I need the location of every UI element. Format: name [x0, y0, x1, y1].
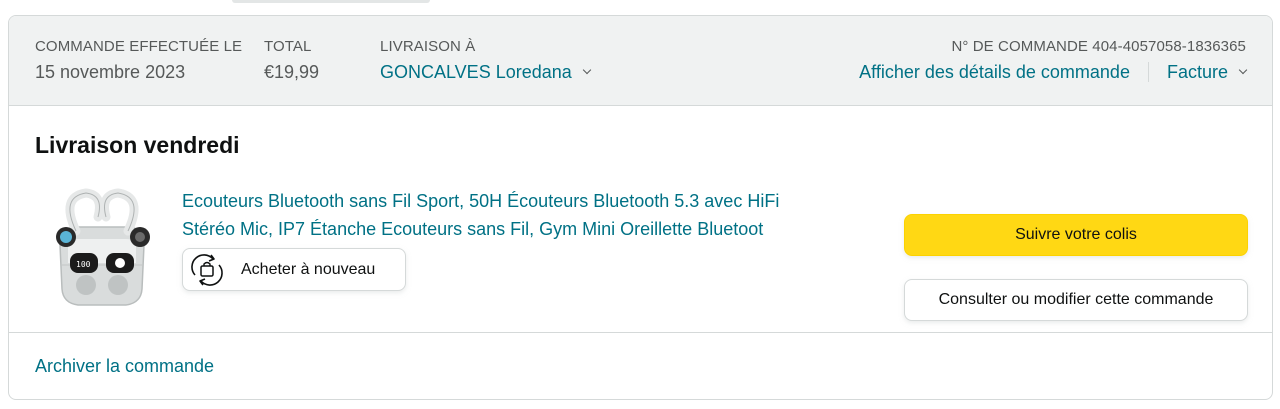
view-edit-order-button[interactable]: Consulter ou modifier cette commande — [904, 279, 1248, 321]
chevron-down-icon — [582, 65, 592, 74]
chevron-down-icon — [1238, 65, 1248, 74]
buy-again-label: Acheter à nouveau — [241, 260, 376, 278]
ship-to-label: LIVRAISON À — [380, 38, 476, 55]
ship-to-block: LIVRAISON À GONCALVES Loredana — [380, 37, 592, 85]
order-total-block: TOTAL €19,99 — [264, 37, 319, 85]
product-title-line-2: Stéréo Mic, IP7 Étanche Ecouteurs sans F… — [182, 219, 764, 239]
product-title-line-1: Ecouteurs Bluetooth sans Fil Sport, 50H … — [182, 191, 780, 211]
buy-again-button[interactable]: Acheter à nouveau — [182, 248, 406, 291]
delivery-status-title: Livraison vendredi — [35, 132, 240, 158]
earbuds-image: 100 — [56, 188, 150, 306]
order-date-value: 15 novembre 2023 — [35, 62, 186, 82]
invoice-link-label: Facture — [1166, 62, 1228, 82]
order-number-label: N° DE COMMANDE 404-4057058-1836365 — [951, 38, 1246, 55]
order-header: COMMANDE EFFECTUÉE LE 15 novembre 2023 T… — [9, 16, 1272, 106]
archive-order-link[interactable]: Archiver la commande — [35, 353, 214, 379]
ship-to-link[interactable]: GONCALVES Loredana — [380, 59, 592, 85]
top-tab-edge — [232, 0, 430, 3]
product-image[interactable]: 100 — [46, 187, 158, 314]
order-links: Afficher des détails de commande Facture — [859, 59, 1248, 85]
track-package-button[interactable]: Suivre votre colis — [904, 214, 1248, 256]
order-total-value: €19,99 — [264, 62, 320, 82]
invoice-link[interactable]: Facture — [1166, 59, 1248, 85]
order-date-label: COMMANDE EFFECTUÉE LE — [35, 38, 243, 55]
order-total-label: TOTAL — [264, 38, 312, 55]
buy-again-icon — [191, 253, 223, 286]
order-number-block: N° DE COMMANDE 404-4057058-1836365 Affic… — [859, 37, 1248, 85]
product-title-link[interactable]: Ecouteurs Bluetooth sans Fil Sport, 50H … — [182, 187, 862, 243]
case-display-text: 100 — [76, 260, 91, 269]
ship-to-name: GONCALVES Loredana — [380, 62, 572, 82]
order-details-link[interactable]: Afficher des détails de commande — [859, 59, 1130, 85]
link-divider — [1147, 62, 1149, 82]
order-footer: Archiver la commande — [9, 333, 1272, 399]
order-date-block: COMMANDE EFFECTUÉE LE 15 novembre 2023 — [35, 37, 242, 85]
